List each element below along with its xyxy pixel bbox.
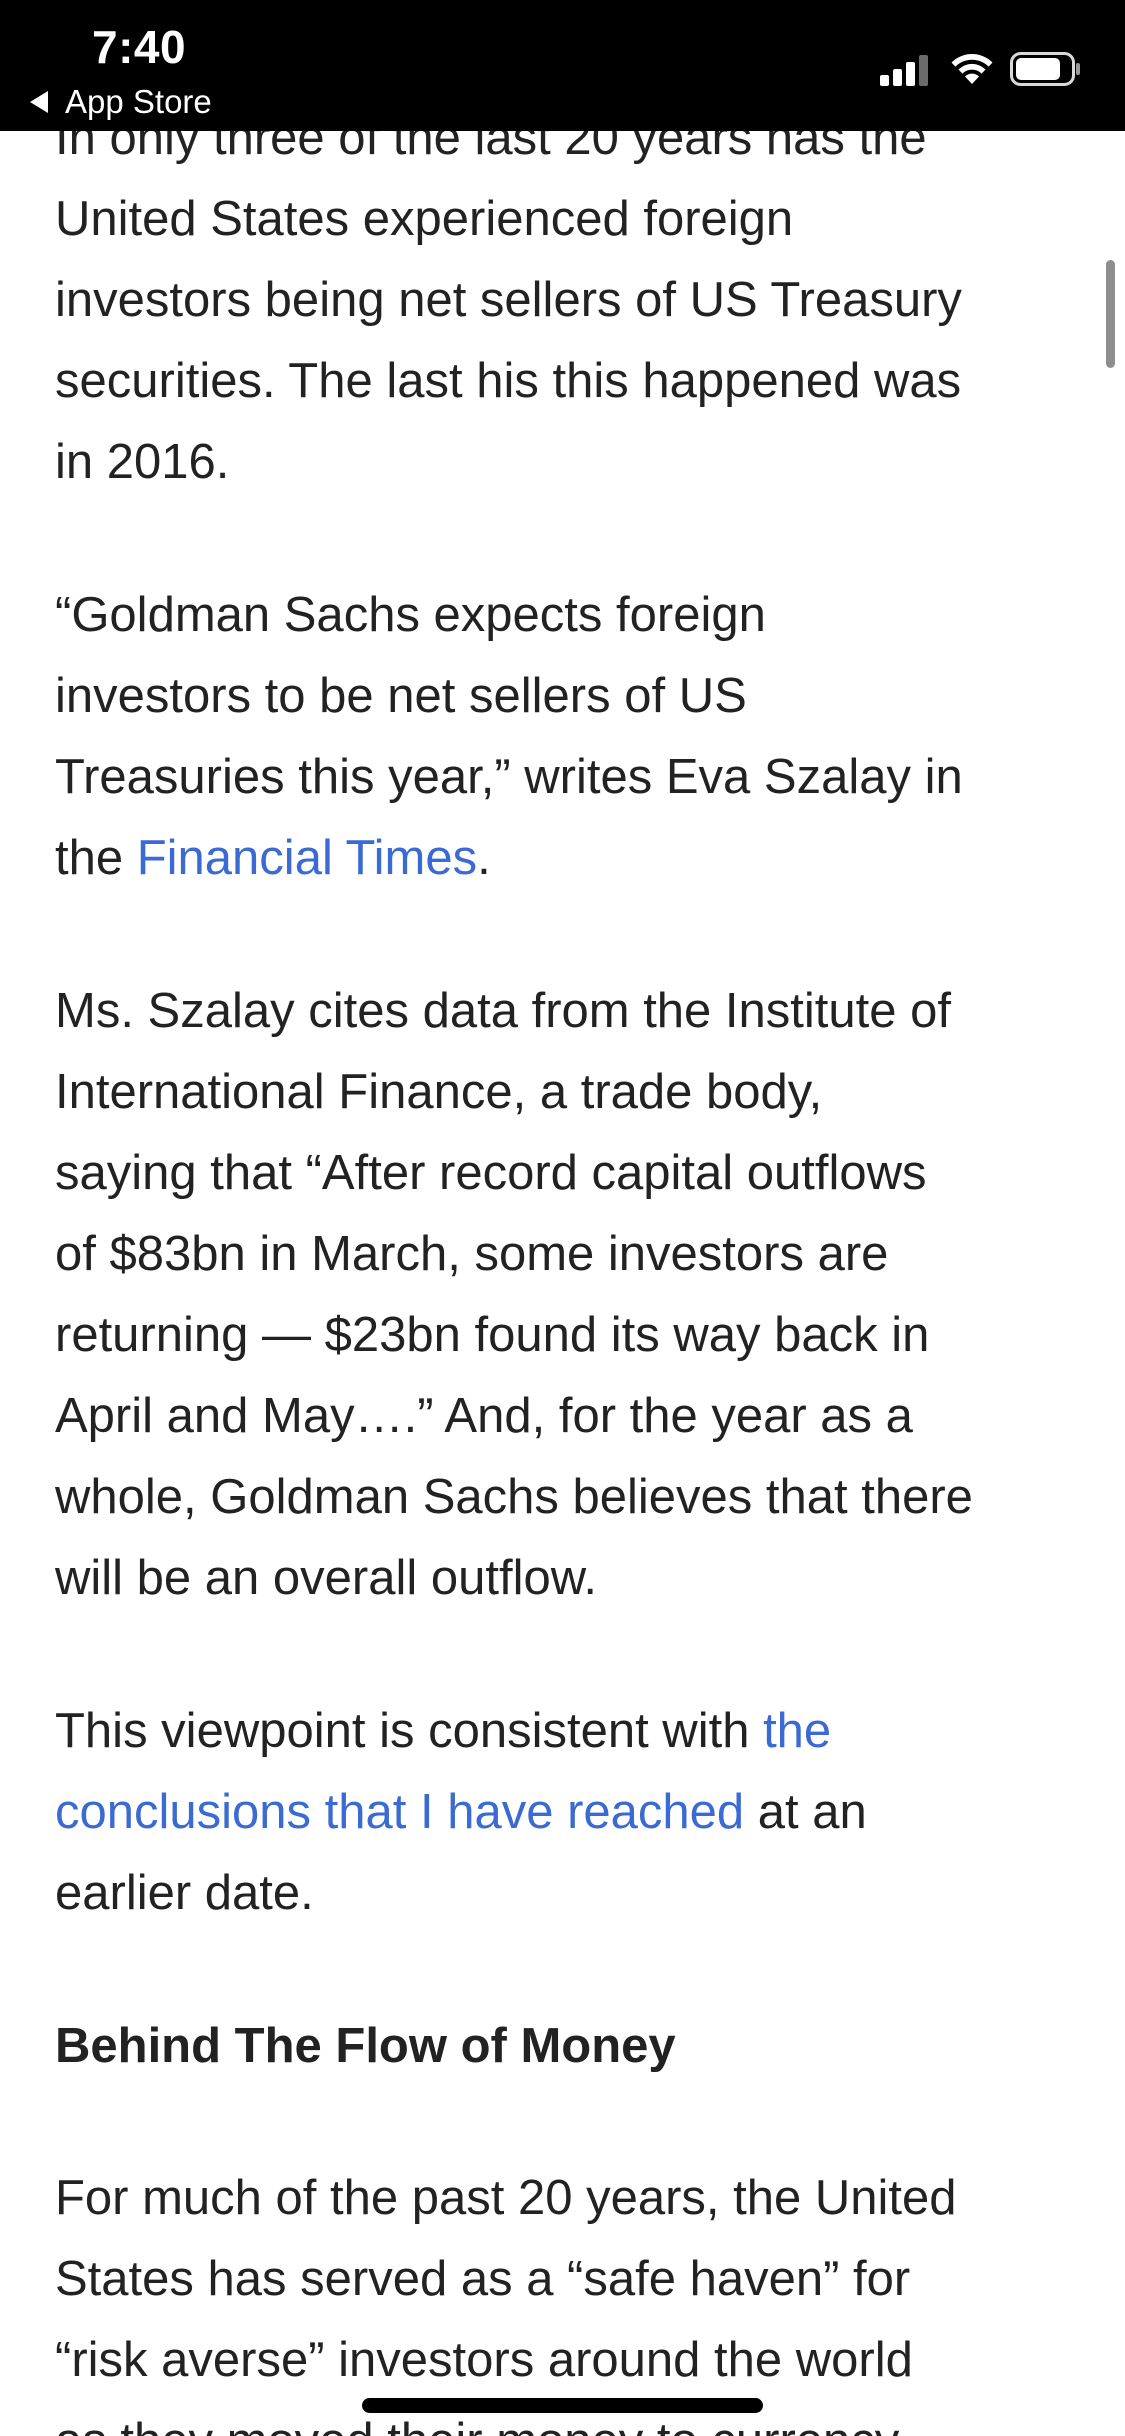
paragraph-text: the xyxy=(55,831,137,885)
paragraph-text: at an xyxy=(744,1785,867,1839)
financial-times-link[interactable]: Financial Times xyxy=(137,831,477,885)
paragraph-line: saying that “After record capital outflo… xyxy=(55,1146,927,1200)
paragraph-line: whole, Goldman Sachs believes that there xyxy=(55,1470,973,1524)
paragraph-line: Ms. Szalay cites data from the Institute… xyxy=(55,984,951,1038)
article-body: In only three of the last 20 years has t… xyxy=(55,98,1075,2436)
conclusions-link[interactable]: the xyxy=(763,1704,831,1758)
paragraph-line: This viewpoint is consistent with the xyxy=(55,1691,1075,1772)
paragraph-line: United States experienced foreign xyxy=(55,192,794,246)
back-app-label: App Store xyxy=(65,83,212,120)
article-scroll-view[interactable]: In only three of the last 20 years has t… xyxy=(0,0,1125,2436)
paragraph-line: investors to be net sellers of US xyxy=(55,669,747,723)
paragraph-text: This viewpoint is consistent with xyxy=(55,1704,764,1758)
paragraph-line: investors being net sellers of US Treasu… xyxy=(55,273,962,327)
paragraph-line: will be an overall outflow. xyxy=(55,1551,598,1605)
paragraph-text: . xyxy=(477,831,491,885)
back-to-app-store-button[interactable]: App Store xyxy=(30,82,212,122)
paragraph-line: in 2016. xyxy=(55,435,230,489)
paragraph-treasury-sellers: In only three of the last 20 years has t… xyxy=(55,98,1075,503)
conclusions-link[interactable]: conclusions that I have reached xyxy=(55,1785,744,1839)
paragraph-line: the Financial Times. xyxy=(55,818,1075,899)
wifi-icon xyxy=(951,54,993,84)
home-indicator[interactable] xyxy=(362,2398,763,2413)
paragraph-line: of $83bn in March, some investors are xyxy=(55,1227,889,1281)
paragraph-viewpoint: This viewpoint is consistent with the co… xyxy=(55,1691,1075,1934)
cellular-signal-icon xyxy=(880,52,932,86)
paragraph-goldman-quote: “Goldman Sachs expects foreign investors… xyxy=(55,575,1075,899)
back-arrow-icon xyxy=(30,91,48,113)
paragraph-line: returning — $23bn found its way back in xyxy=(55,1308,930,1362)
status-bar: 7:40 App Store xyxy=(0,0,1125,131)
paragraph-line: earlier date. xyxy=(55,1866,314,1920)
paragraph-line: securities. The last his this happened w… xyxy=(55,354,962,408)
paragraph-line: conclusions that I have reached at an xyxy=(55,1772,1075,1853)
section-heading: Behind The Flow of Money xyxy=(55,2019,676,2073)
paragraph-line: “risk averse” investors around the world xyxy=(55,2333,913,2387)
paragraph-line: States has served as a “safe haven” for xyxy=(55,2252,911,2306)
paragraph-line: Treasuries this year,” writes Eva Szalay… xyxy=(55,750,963,804)
paragraph-line: April and May….” And, for the year as a xyxy=(55,1389,913,1443)
paragraph-line: International Finance, a trade body, xyxy=(55,1065,823,1119)
scroll-indicator[interactable] xyxy=(1106,260,1115,368)
paragraph-line: For much of the past 20 years, the Unite… xyxy=(55,2171,957,2225)
status-time: 7:40 xyxy=(92,21,187,73)
paragraph-line: “Goldman Sachs expects foreign xyxy=(55,588,766,642)
paragraph-szalay-data: Ms. Szalay cites data from the Institute… xyxy=(55,971,1075,1619)
battery-icon xyxy=(1010,52,1080,86)
paragraph-safe-haven: For much of the past 20 years, the Unite… xyxy=(55,2158,1075,2436)
